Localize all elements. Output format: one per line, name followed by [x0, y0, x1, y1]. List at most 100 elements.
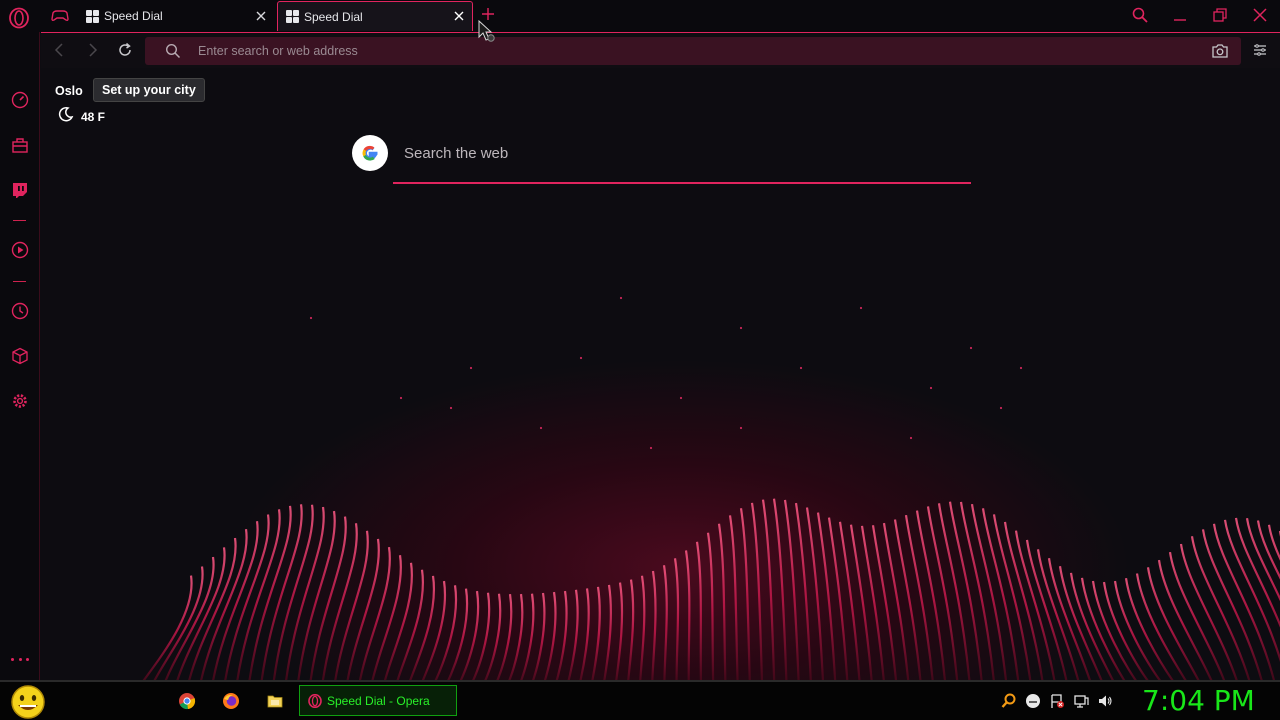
speck [999, 406, 1003, 410]
gear-icon[interactable] [10, 391, 30, 411]
wave-strand [346, 538, 380, 680]
wave-strand [260, 504, 303, 680]
taskbar-task-label: Speed Dial - Opera [327, 693, 430, 708]
more-icon[interactable] [11, 658, 29, 662]
volume-icon[interactable] [1097, 693, 1113, 709]
cursor-icon [478, 20, 495, 42]
wave-strand [761, 499, 776, 680]
speck [579, 356, 583, 360]
search-underline [393, 182, 971, 184]
twitch-icon[interactable] [10, 180, 30, 200]
close-tab-icon[interactable] [452, 9, 466, 23]
desktop-screen: Speed Dial Speed Dial Enter search or we… [0, 0, 1280, 720]
tab-speed-dial-1[interactable]: Speed Dial [78, 2, 274, 30]
web-search-input[interactable]: Search the web [404, 145, 508, 162]
close-window-icon[interactable] [1251, 6, 1269, 24]
wave-strand [496, 593, 513, 680]
wave-strand [673, 558, 680, 680]
taskbar-opera-window[interactable]: Speed Dial - Opera [299, 685, 457, 716]
wave-strand [567, 589, 579, 680]
speed-dial-grid-icon [86, 9, 99, 23]
sidebar [0, 32, 40, 680]
address-bar[interactable]: Enter search or web address [145, 37, 1241, 65]
wave-strand [750, 502, 764, 680]
easy-setup-icon[interactable] [1253, 43, 1267, 57]
wave-strand [627, 579, 635, 680]
wave-strand [1025, 539, 1068, 680]
speck [799, 366, 803, 370]
wave-strand [871, 525, 898, 680]
network-icon[interactable] [1073, 693, 1089, 709]
speck [969, 346, 973, 350]
restore-icon[interactable] [1211, 6, 1229, 24]
gamepad-icon[interactable] [50, 8, 70, 24]
speed-dial-icon[interactable] [10, 90, 30, 110]
folder-icon[interactable] [266, 692, 284, 710]
tab-speed-dial-2[interactable]: Speed Dial [277, 1, 473, 31]
wave-strand [1014, 530, 1056, 680]
address-placeholder: Enter search or web address [198, 44, 358, 58]
wave-strand [579, 588, 590, 680]
speck [909, 436, 913, 440]
wave-strand [893, 519, 922, 680]
back-icon[interactable] [51, 41, 69, 59]
toolbar: Enter search or web address [41, 32, 1280, 68]
wave-strand [1201, 529, 1263, 680]
weather-city[interactable]: Oslo [55, 84, 83, 98]
wave-strand [860, 525, 885, 680]
action-center-flag-icon[interactable] [1049, 693, 1065, 709]
wave-strand [1223, 519, 1280, 663]
close-tab-icon[interactable] [254, 9, 268, 23]
wave-strand [1102, 581, 1149, 680]
sidebar-separator [13, 220, 26, 221]
speed-dial-grid-icon [286, 10, 299, 23]
minimize-icon[interactable] [1171, 6, 1189, 24]
history-icon[interactable] [10, 301, 30, 321]
tab-label: Speed Dial [104, 9, 163, 23]
camera-icon[interactable] [1211, 43, 1229, 59]
start-smiley-icon[interactable] [9, 684, 47, 720]
speck [399, 396, 403, 400]
wave-strand [200, 528, 248, 680]
reload-icon[interactable] [116, 41, 134, 59]
wave-strand [706, 532, 715, 680]
forward-icon[interactable] [83, 41, 101, 59]
emoji-tray-icon[interactable] [1025, 693, 1041, 709]
wave-strand [1179, 543, 1238, 680]
player-icon[interactable] [10, 240, 30, 260]
taskbar: Speed Dial - Opera 7:04 PM [0, 680, 1280, 720]
search-tray-icon[interactable] [1001, 693, 1017, 709]
wallpaper-waves [142, 296, 1280, 680]
search-tabs-icon[interactable] [1131, 6, 1149, 24]
speck [539, 426, 543, 430]
wave-strand [827, 517, 849, 680]
firefox-icon[interactable] [222, 692, 240, 710]
google-icon [352, 135, 388, 171]
wave-strand [882, 522, 910, 680]
speck [1019, 366, 1023, 370]
cube-icon[interactable] [10, 346, 30, 366]
speck [679, 396, 683, 400]
tab-strip: Speed Dial Speed Dial [0, 0, 1280, 32]
chrome-icon[interactable] [178, 692, 196, 710]
taskbar-clock[interactable]: 7:04 PM [1142, 684, 1255, 717]
wave-strand [615, 582, 624, 680]
wave-strand [662, 565, 668, 680]
wave-strand [484, 593, 502, 680]
set-city-tooltip: Set up your city [93, 78, 205, 102]
bag-icon[interactable] [10, 135, 30, 155]
tab-label: Speed Dial [304, 9, 363, 24]
wave-strand [783, 499, 800, 680]
wave-strand [992, 514, 1032, 680]
speck [739, 326, 743, 330]
sidebar-separator [13, 281, 26, 282]
speck [859, 306, 863, 310]
speck [619, 296, 623, 300]
speck [929, 386, 933, 390]
wave-strand [739, 508, 751, 680]
speck [469, 366, 473, 370]
weather-temperature: 48 F [81, 110, 106, 124]
opera-icon [308, 693, 322, 708]
opera-menu-icon[interactable] [8, 7, 30, 29]
moon-icon [58, 106, 74, 122]
